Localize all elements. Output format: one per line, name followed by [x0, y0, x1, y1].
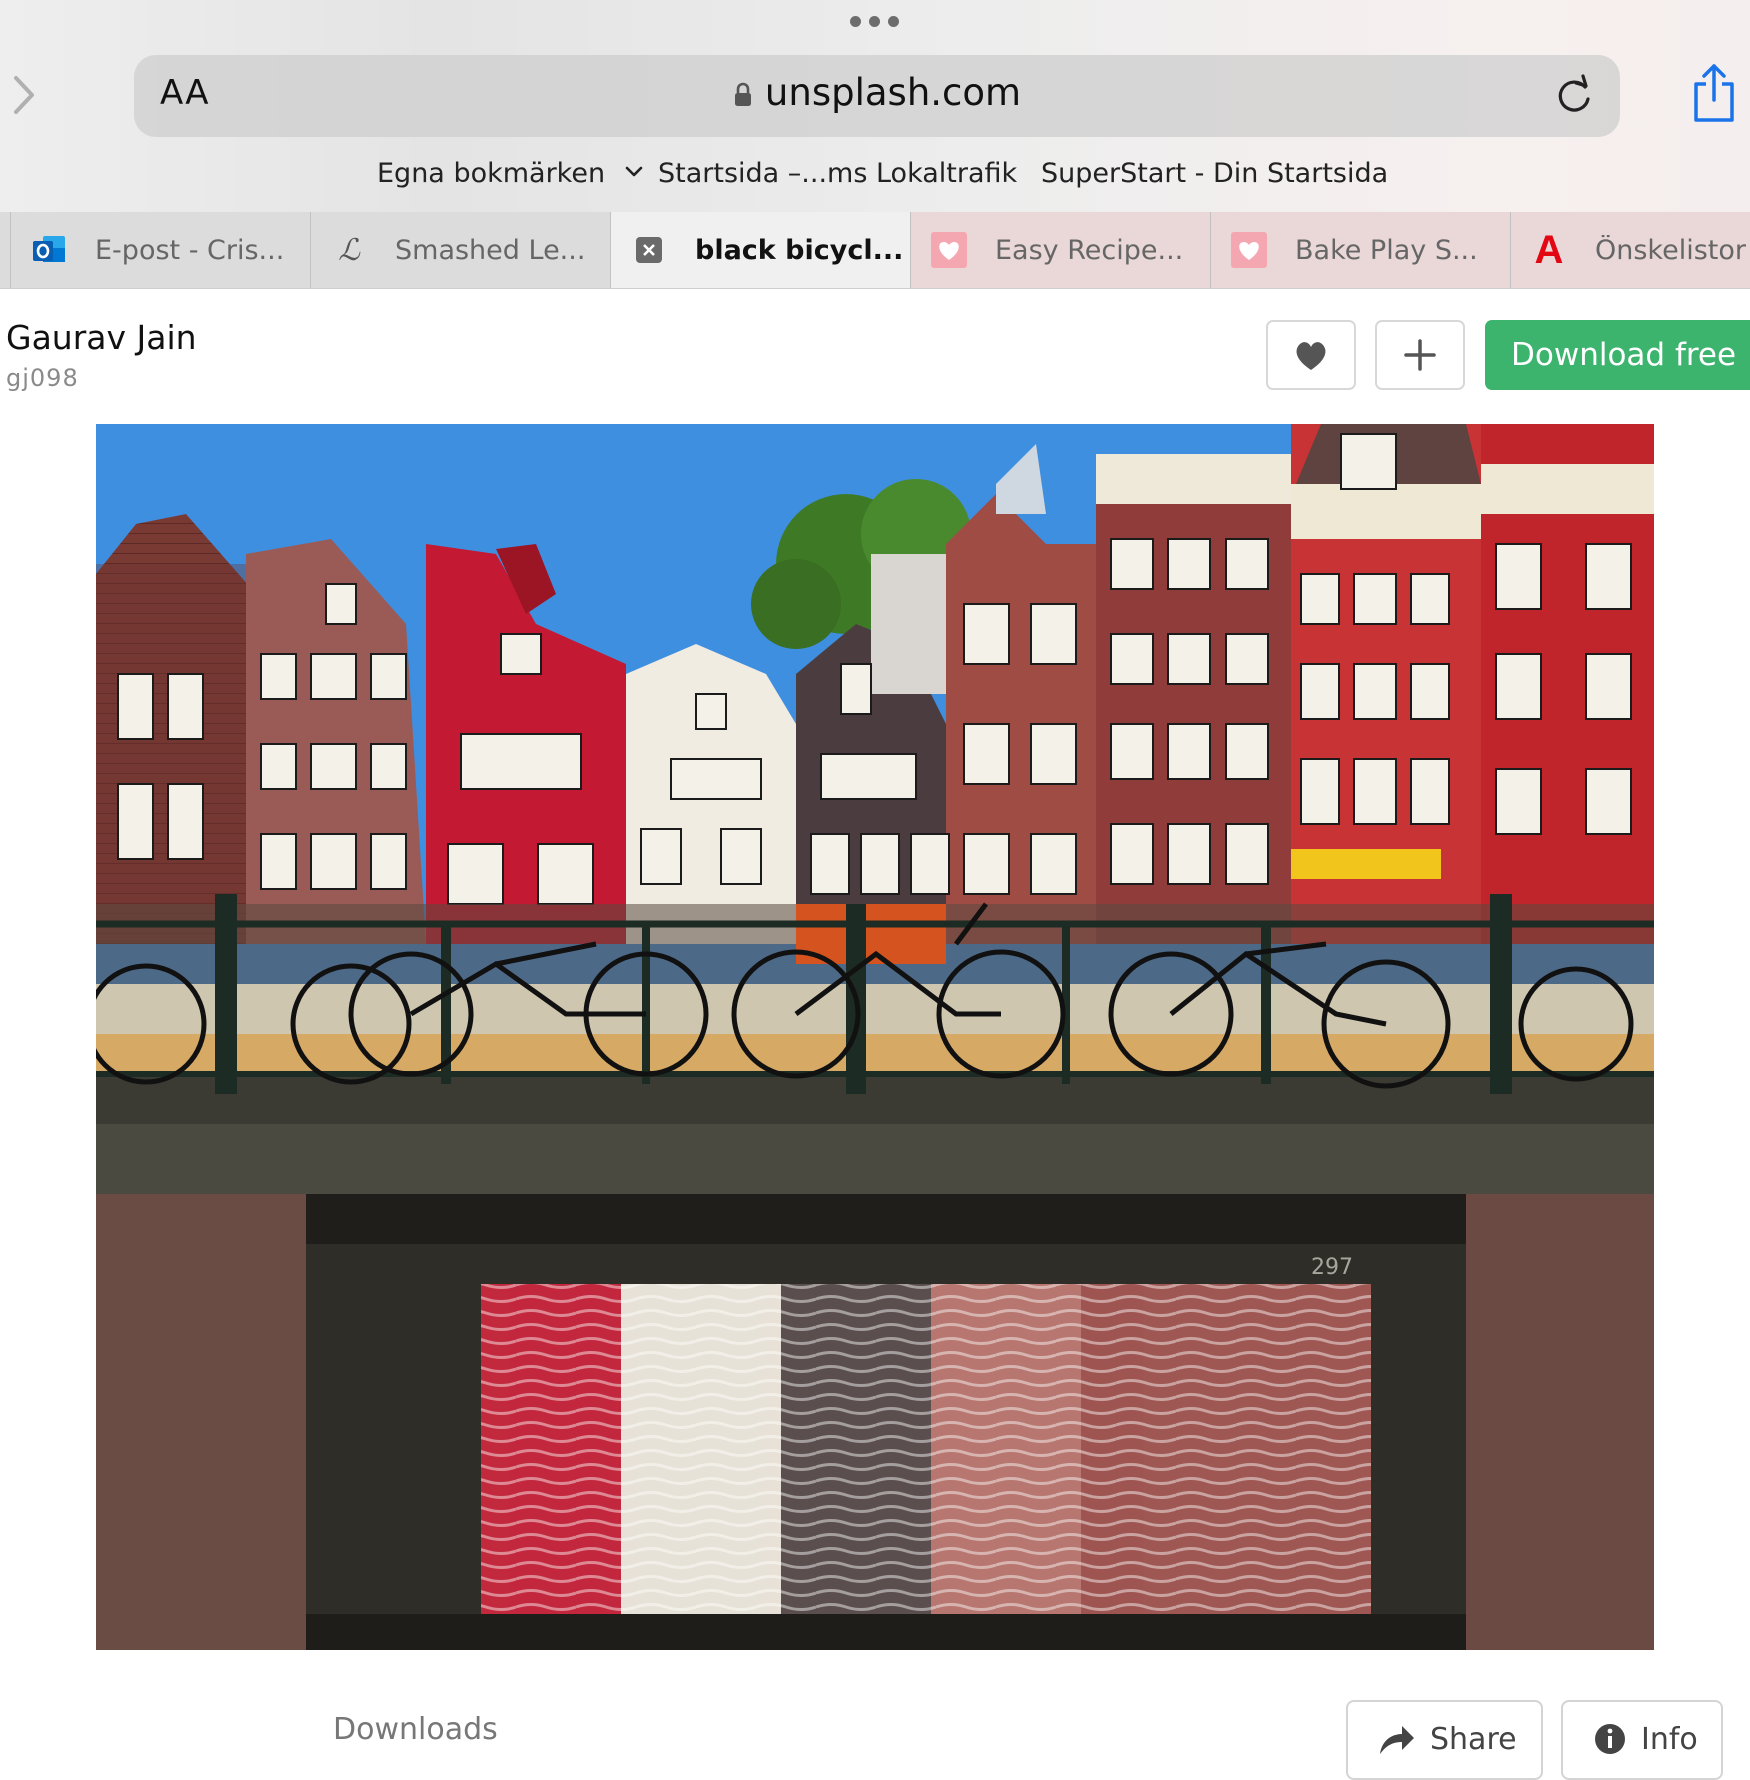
- author-username[interactable]: gj098: [6, 364, 79, 392]
- window-menu-dots-icon[interactable]: [850, 16, 899, 27]
- tab-bar: E-post - Cris... ℒ Smashed Le... black b…: [0, 212, 1750, 289]
- bridge-number: 297: [1311, 1255, 1353, 1280]
- tab-label: Easy Recipe...: [995, 234, 1184, 266]
- tab-bake-play[interactable]: Bake Play S...: [1210, 212, 1510, 288]
- bookmark-label: Egna bokmärken: [377, 158, 606, 189]
- share-arrow-icon: [1380, 1726, 1414, 1754]
- add-to-collection-button[interactable]: [1375, 320, 1465, 390]
- address-bar[interactable]: AA unsplash.com: [134, 55, 1620, 137]
- bookmarks-bar: Egna bokmärken Startsida –...ms Lokaltra…: [0, 158, 1750, 198]
- downloads-label: Downloads: [333, 1712, 498, 1747]
- browser-toolbar: AA unsplash.com Egna bokmärken Startsida…: [0, 0, 1750, 212]
- heart-favicon-icon: [931, 232, 967, 268]
- lock-icon: [734, 82, 751, 106]
- chevron-down-icon: [625, 166, 642, 177]
- bookmark-item[interactable]: SuperStart - Din Startsida: [1041, 158, 1388, 189]
- forward-arrow-icon[interactable]: [4, 70, 40, 120]
- letter-a-logo-icon: A: [1534, 227, 1564, 272]
- tab-label: Bake Play S...: [1295, 234, 1478, 266]
- like-button[interactable]: [1266, 320, 1356, 390]
- reload-icon[interactable]: [1552, 73, 1596, 117]
- info-label: Info: [1641, 1722, 1698, 1757]
- share-button[interactable]: Share: [1346, 1700, 1543, 1780]
- share-icon[interactable]: [1690, 62, 1738, 124]
- heart-favicon-icon: [1231, 232, 1267, 268]
- outlook-icon: [31, 232, 67, 268]
- tab-label: Önskelistor |...: [1595, 234, 1750, 266]
- url-text: unsplash.com: [764, 71, 1022, 114]
- bookmark-folder[interactable]: Egna bokmärken: [377, 158, 644, 189]
- close-tab-icon[interactable]: [631, 232, 667, 268]
- tab-easy-recipe[interactable]: Easy Recipe...: [910, 212, 1210, 288]
- script-logo-icon: ℒ: [338, 232, 360, 268]
- tab-label: E-post - Cris...: [95, 234, 285, 266]
- tab-outlook[interactable]: E-post - Cris...: [10, 212, 310, 288]
- tab-onskelistor[interactable]: A Önskelistor |...: [1510, 212, 1750, 288]
- info-icon: [1595, 1724, 1625, 1754]
- tab-black-bicycle[interactable]: black bicycl...: [610, 212, 910, 288]
- author-name[interactable]: Gaurav Jain: [6, 318, 197, 357]
- tab-label: black bicycl...: [695, 234, 904, 266]
- main-photo[interactable]: 297: [96, 424, 1654, 1650]
- download-free-button[interactable]: Download free: [1485, 320, 1750, 390]
- tab-smashed[interactable]: ℒ Smashed Le...: [310, 212, 610, 288]
- info-button[interactable]: Info: [1561, 1700, 1723, 1780]
- tab-label: Smashed Le...: [395, 234, 586, 266]
- heart-icon: [1296, 342, 1326, 370]
- plus-icon: [1404, 339, 1436, 371]
- share-label: Share: [1430, 1722, 1517, 1757]
- bookmark-item[interactable]: Startsida –...ms Lokaltrafik: [658, 158, 1017, 189]
